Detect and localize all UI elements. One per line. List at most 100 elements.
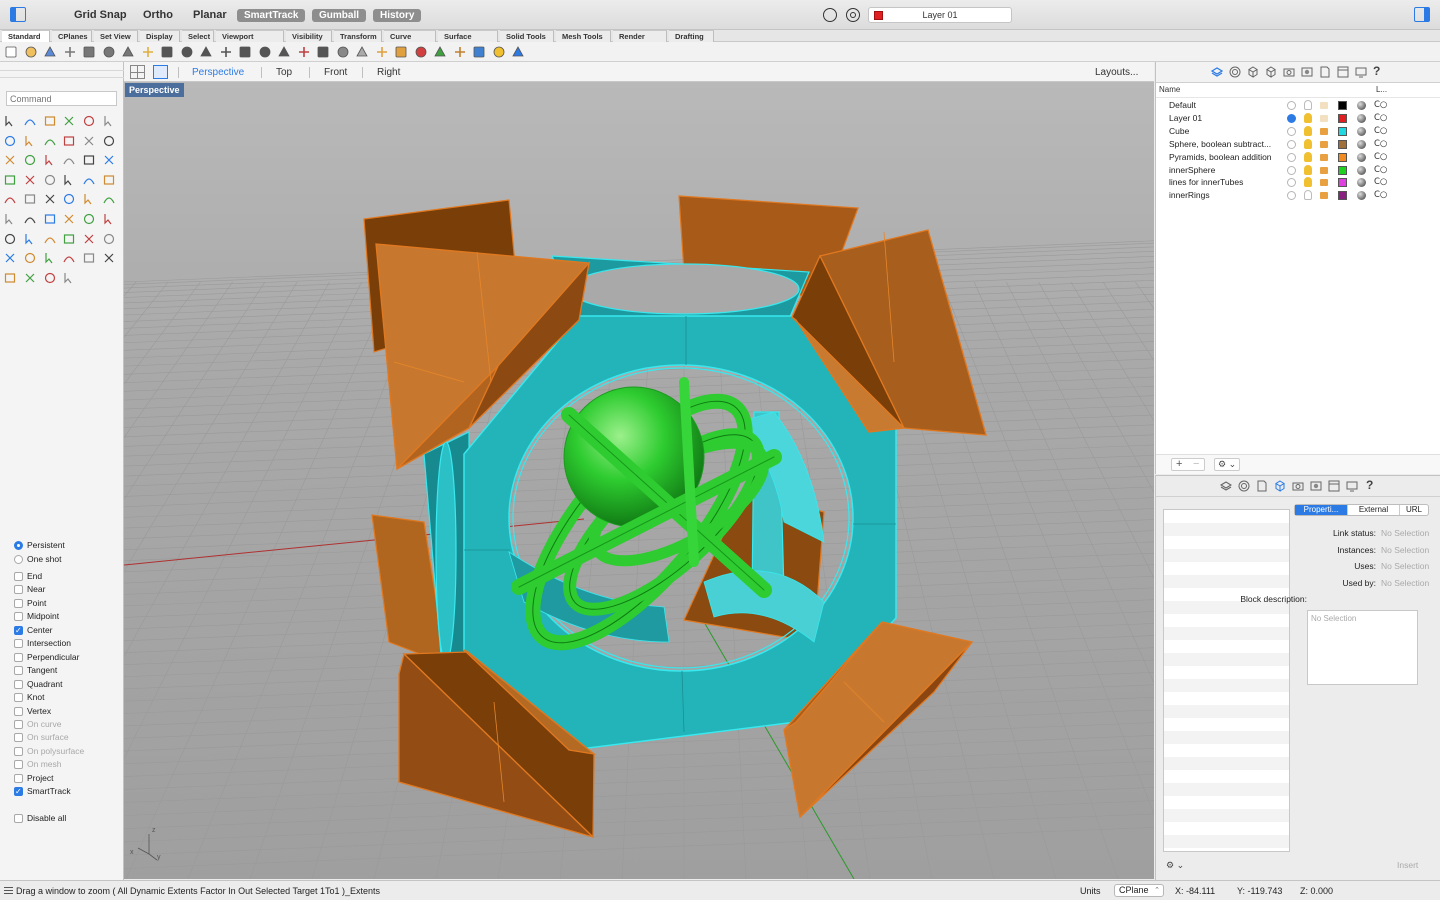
layer-row[interactable]: Layer 01 C○ (1156, 112, 1440, 125)
lock-icon[interactable] (1320, 153, 1328, 161)
new-icon[interactable] (4, 45, 18, 59)
current-layer-selector[interactable]: Layer 01 (868, 7, 1012, 23)
tool-31-icon[interactable] (3, 212, 17, 226)
tool-4-icon[interactable] (62, 114, 76, 128)
import-icon[interactable] (82, 45, 96, 59)
camera-icon[interactable] (1283, 66, 1295, 78)
rotate-view-icon[interactable] (199, 45, 213, 59)
notes-icon[interactable] (1319, 66, 1331, 78)
layer-row[interactable]: innerRings C○ (1156, 189, 1440, 202)
tool-10-icon[interactable] (62, 134, 76, 148)
tab-curve-tools[interactable]: Curve Tools (384, 30, 436, 52)
checkbox[interactable] (14, 786, 23, 798)
current-layer-radio[interactable] (1287, 152, 1296, 162)
gumball-toggle[interactable]: Gumball (312, 9, 367, 22)
grid-snap-toggle[interactable]: Grid Snap (74, 9, 127, 21)
tab-right[interactable]: Right (377, 67, 400, 78)
lightbulb-icon[interactable] (1304, 138, 1312, 149)
sun-icon[interactable] (492, 45, 506, 59)
layer-name[interactable]: Cube (1169, 126, 1279, 136)
lightbulb-icon[interactable] (1304, 100, 1312, 110)
zoom-window-icon[interactable] (238, 45, 252, 59)
tool-18-icon[interactable] (102, 153, 116, 167)
block-definition-list[interactable] (1163, 509, 1290, 852)
show-icon[interactable] (336, 45, 350, 59)
tab-render-tools[interactable]: Render Tools (613, 30, 667, 52)
tool-29-icon[interactable] (82, 192, 96, 206)
single-viewport-icon[interactable] (153, 65, 168, 79)
layer-linetype[interactable]: C○ (1374, 165, 1387, 175)
layer-linetype[interactable]: C○ (1374, 152, 1387, 162)
radio-button[interactable] (14, 555, 23, 564)
layer-color-swatch[interactable] (1338, 178, 1347, 188)
material-icon[interactable] (1357, 101, 1366, 110)
help-icon[interactable]: ? (1373, 64, 1385, 78)
save-icon[interactable] (43, 45, 57, 59)
tool-52-icon[interactable] (62, 271, 76, 285)
tab-select[interactable]: Select (182, 30, 214, 42)
layer-row[interactable]: lines for innerTubes C○ (1156, 176, 1440, 189)
layer-icon[interactable] (414, 45, 428, 59)
command-input[interactable] (6, 91, 117, 106)
monitor-icon[interactable] (1355, 66, 1367, 78)
block-icon[interactable] (1265, 66, 1277, 78)
unlock-icon[interactable] (394, 45, 408, 59)
material-icon[interactable] (1357, 178, 1366, 188)
checkbox[interactable] (14, 706, 23, 716)
perspective-viewport[interactable]: z x y Perspective (124, 82, 1154, 879)
tool-44-icon[interactable] (23, 251, 37, 265)
tab-url[interactable]: URL (1399, 505, 1428, 515)
tool-22-icon[interactable] (62, 173, 76, 187)
lightbulb-icon[interactable] (1304, 190, 1312, 201)
layer-name[interactable]: lines for innerTubes (1169, 177, 1279, 187)
radio-button[interactable] (14, 541, 23, 550)
tool-32-icon[interactable] (23, 212, 37, 226)
zoom-selected-icon[interactable] (277, 45, 291, 59)
tab-display[interactable]: Display (140, 30, 180, 42)
lightbulb-icon[interactable] (1304, 177, 1312, 188)
material-icon[interactable] (1357, 191, 1366, 201)
render-icon[interactable] (1301, 66, 1313, 78)
tool-40-icon[interactable] (62, 232, 76, 246)
tool-19-icon[interactable] (3, 173, 17, 187)
layer-color-swatch[interactable] (1338, 126, 1347, 136)
smarttrack-toggle[interactable]: SmartTrack (237, 9, 306, 22)
current-layer-radio[interactable] (1287, 191, 1296, 201)
tab-external[interactable]: External (1347, 505, 1399, 515)
insert-button[interactable]: Insert (1397, 860, 1418, 870)
tool-7-icon[interactable] (3, 134, 17, 148)
material-icon[interactable] (1357, 126, 1366, 136)
layer-linetype[interactable]: C○ (1374, 113, 1387, 123)
layer-row[interactable]: innerSphere C○ (1156, 164, 1440, 177)
checkbox[interactable] (14, 612, 23, 622)
lightbulb-icon[interactable] (1304, 164, 1312, 175)
checkbox[interactable] (14, 719, 23, 729)
checkbox[interactable] (14, 652, 23, 662)
current-layer-radio[interactable] (1287, 101, 1296, 110)
tool-47-icon[interactable] (82, 251, 96, 265)
tool-36-icon[interactable] (102, 212, 116, 226)
tab-mesh-tools[interactable]: Mesh Tools (556, 30, 611, 42)
layer-linetype[interactable]: C○ (1374, 190, 1387, 200)
tool-12-icon[interactable] (102, 134, 116, 148)
tool-16-icon[interactable] (62, 153, 76, 167)
tool-6-icon[interactable] (102, 114, 116, 128)
block-options-gear[interactable]: ⚙ ⌄ (1166, 860, 1184, 871)
properties-icon[interactable] (1256, 480, 1268, 492)
tool-38-icon[interactable] (23, 232, 37, 246)
current-layer-radio[interactable] (1287, 165, 1296, 175)
current-layer-radio[interactable] (1287, 126, 1296, 136)
display-icon[interactable] (1238, 480, 1250, 492)
tool-28-icon[interactable] (62, 192, 76, 206)
tool-25-icon[interactable] (3, 192, 17, 206)
zoom-extents-icon[interactable] (258, 45, 272, 59)
help-icon[interactable]: ? (1366, 478, 1378, 492)
model-canvas[interactable]: z x y (124, 82, 1154, 879)
tool-26-icon[interactable] (23, 192, 37, 206)
pan-icon[interactable] (180, 45, 194, 59)
copy-icon[interactable] (121, 45, 135, 59)
lock-icon[interactable] (1320, 166, 1328, 174)
tool-14-icon[interactable] (23, 153, 37, 167)
lock-icon[interactable] (1320, 127, 1328, 135)
tool-1-icon[interactable] (3, 114, 17, 128)
